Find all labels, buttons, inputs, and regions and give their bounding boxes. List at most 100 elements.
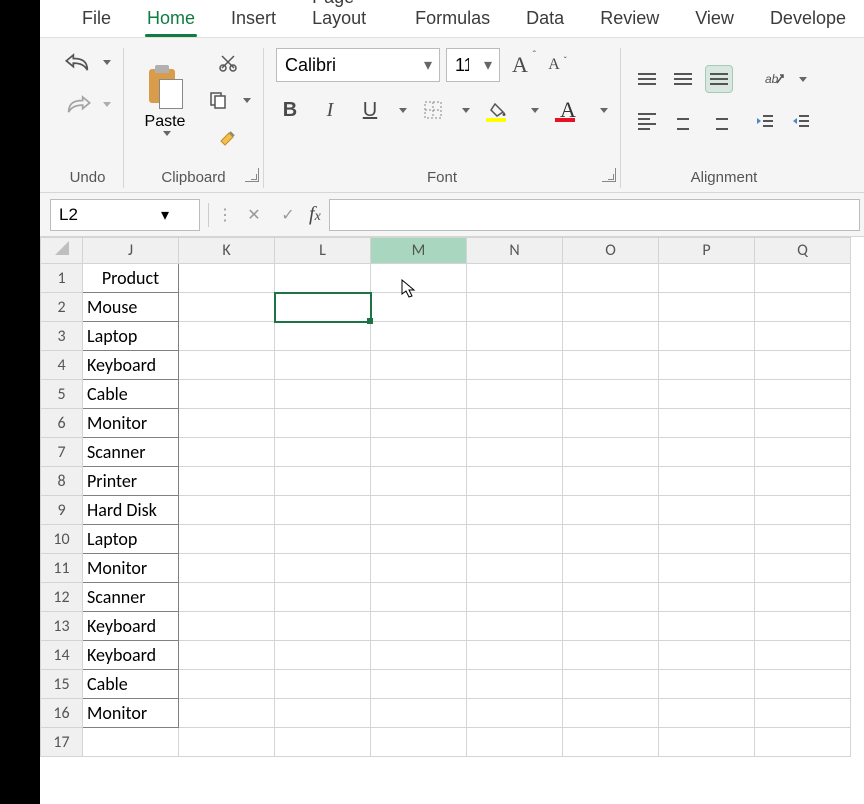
cell-O5[interactable] <box>563 380 659 409</box>
cell-K15[interactable] <box>179 670 275 699</box>
cell-O4[interactable] <box>563 351 659 380</box>
cell-P6[interactable] <box>659 409 755 438</box>
cell-Q11[interactable] <box>755 554 851 583</box>
borders-dropdown[interactable] <box>462 108 470 113</box>
cell-L3[interactable] <box>275 322 371 351</box>
insert-function-button[interactable]: fx <box>309 203 321 226</box>
font-size-dropdown[interactable]: ▾ <box>477 55 499 75</box>
cell-Q10[interactable] <box>755 525 851 554</box>
tab-formulas[interactable]: Formulas <box>397 0 508 37</box>
cell-L16[interactable] <box>275 699 371 728</box>
tab-review[interactable]: Review <box>582 0 677 37</box>
tab-data[interactable]: Data <box>508 0 582 37</box>
orientation-button[interactable]: ab <box>760 65 788 93</box>
cell-K10[interactable] <box>179 525 275 554</box>
clipboard-launcher[interactable] <box>245 168 259 182</box>
cell-J15[interactable]: Cable <box>83 670 179 699</box>
cell-L5[interactable] <box>275 380 371 409</box>
cell-Q15[interactable] <box>755 670 851 699</box>
cell-Q14[interactable] <box>755 641 851 670</box>
row-header-5[interactable]: 5 <box>41 380 83 409</box>
name-box-input[interactable] <box>51 201 161 229</box>
column-header-P[interactable]: P <box>659 238 755 264</box>
cell-N6[interactable] <box>467 409 563 438</box>
cell-M3[interactable] <box>371 322 467 351</box>
fill-color-button[interactable] <box>482 96 516 124</box>
cell-P11[interactable] <box>659 554 755 583</box>
cell-K2[interactable] <box>179 293 275 322</box>
cell-L9[interactable] <box>275 496 371 525</box>
cell-K5[interactable] <box>179 380 275 409</box>
font-name-combo[interactable]: ▾ <box>276 48 440 82</box>
cell-N14[interactable] <box>467 641 563 670</box>
cell-J13[interactable]: Keyboard <box>83 612 179 641</box>
row-header-11[interactable]: 11 <box>41 554 83 583</box>
align-bottom-button[interactable] <box>705 65 733 93</box>
cell-K11[interactable] <box>179 554 275 583</box>
cell-N2[interactable] <box>467 293 563 322</box>
cell-Q7[interactable] <box>755 438 851 467</box>
align-middle-button[interactable] <box>669 65 697 93</box>
cell-K13[interactable] <box>179 612 275 641</box>
cell-N15[interactable] <box>467 670 563 699</box>
row-header-10[interactable]: 10 <box>41 525 83 554</box>
cell-N13[interactable] <box>467 612 563 641</box>
cell-L4[interactable] <box>275 351 371 380</box>
cell-M6[interactable] <box>371 409 467 438</box>
name-box[interactable]: ▾ <box>50 199 200 231</box>
undo-dropdown[interactable] <box>103 60 111 65</box>
cell-O14[interactable] <box>563 641 659 670</box>
row-header-7[interactable]: 7 <box>41 438 83 467</box>
cell-P8[interactable] <box>659 467 755 496</box>
align-left-button[interactable] <box>633 107 661 135</box>
cell-N16[interactable] <box>467 699 563 728</box>
cell-N17[interactable] <box>467 728 563 757</box>
align-center-button[interactable] <box>669 107 697 135</box>
cell-N12[interactable] <box>467 583 563 612</box>
cell-M2[interactable] <box>371 293 467 322</box>
cell-Q13[interactable] <box>755 612 851 641</box>
cell-Q16[interactable] <box>755 699 851 728</box>
cell-K6[interactable] <box>179 409 275 438</box>
cell-Q1[interactable] <box>755 264 851 293</box>
cell-P2[interactable] <box>659 293 755 322</box>
underline-button[interactable]: U <box>356 96 384 124</box>
cell-Q3[interactable] <box>755 322 851 351</box>
cell-L13[interactable] <box>275 612 371 641</box>
cell-P15[interactable] <box>659 670 755 699</box>
bold-button[interactable]: B <box>276 96 304 124</box>
cell-P5[interactable] <box>659 380 755 409</box>
column-header-M[interactable]: M <box>371 238 467 264</box>
cell-P17[interactable] <box>659 728 755 757</box>
cell-M9[interactable] <box>371 496 467 525</box>
cell-L7[interactable] <box>275 438 371 467</box>
cell-L11[interactable] <box>275 554 371 583</box>
cell-K8[interactable] <box>179 467 275 496</box>
cell-N8[interactable] <box>467 467 563 496</box>
cell-L2[interactable] <box>275 293 371 322</box>
tab-page-layout[interactable]: Page Layout <box>294 0 397 37</box>
cell-J9[interactable]: Hard Disk <box>83 496 179 525</box>
cell-K16[interactable] <box>179 699 275 728</box>
cell-O7[interactable] <box>563 438 659 467</box>
row-header-12[interactable]: 12 <box>41 583 83 612</box>
cell-Q4[interactable] <box>755 351 851 380</box>
cell-O1[interactable] <box>563 264 659 293</box>
orientation-dropdown[interactable] <box>799 77 807 82</box>
align-right-button[interactable] <box>705 107 733 135</box>
cell-K9[interactable] <box>179 496 275 525</box>
enter-formula-button[interactable]: ✓ <box>275 202 301 228</box>
cell-M8[interactable] <box>371 467 467 496</box>
font-name-dropdown[interactable]: ▾ <box>417 55 439 75</box>
row-header-13[interactable]: 13 <box>41 612 83 641</box>
cell-Q12[interactable] <box>755 583 851 612</box>
cell-O3[interactable] <box>563 322 659 351</box>
font-size-input[interactable] <box>447 51 477 80</box>
cell-J16[interactable]: Monitor <box>83 699 179 728</box>
cell-O15[interactable] <box>563 670 659 699</box>
cell-M14[interactable] <box>371 641 467 670</box>
decrease-font-button[interactable]: Aˇ <box>540 51 568 79</box>
column-header-J[interactable]: J <box>83 238 179 264</box>
row-header-2[interactable]: 2 <box>41 293 83 322</box>
cell-L8[interactable] <box>275 467 371 496</box>
